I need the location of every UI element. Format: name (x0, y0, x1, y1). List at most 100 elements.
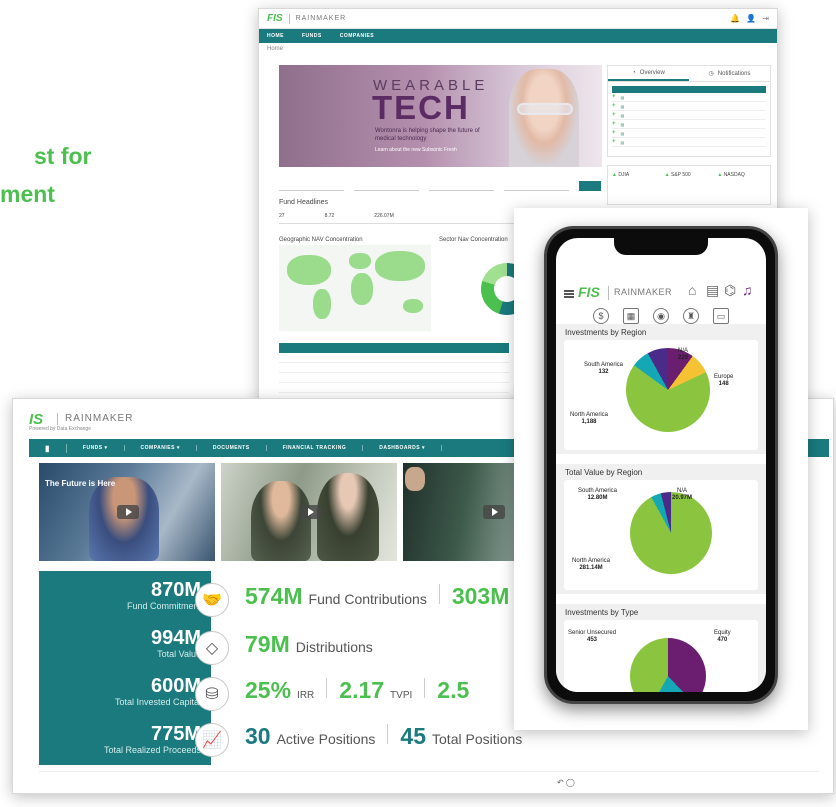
dollar-icon[interactable]: $ (593, 308, 609, 324)
nav-dashboards[interactable]: DASHBOARDS ▾ (363, 445, 442, 451)
plus-icon[interactable]: + (612, 94, 616, 100)
section-total-value-by-region: Total Value by Region South America 12.80… (556, 464, 766, 594)
top-icons: 🔔 👤 ⇥ (730, 14, 769, 23)
world-map[interactable] (279, 245, 431, 331)
panel-row[interactable]: + ▤ (612, 129, 766, 138)
metric-value: 79M (245, 631, 290, 657)
gold-bars-icon: ⛁ (195, 677, 229, 711)
location-pin-icon[interactable]: ◉ (653, 308, 669, 324)
panel-row[interactable]: + ▤ (612, 138, 766, 147)
tab-overview-label: Overview (639, 69, 665, 76)
bell-icon[interactable]: ♫ (742, 282, 753, 298)
banner-cta[interactable]: Learn about the new Subsonic Fresh (375, 147, 457, 153)
label-value: 148 (718, 381, 729, 387)
tab-overview[interactable]: ◔ Overview (608, 66, 689, 81)
overview-panel: ◔ Overview ◷ Notifications + ▤ + ▤ + ▤ + ▤ + ▤ … (607, 65, 771, 157)
panel-row[interactable]: + ▤ (612, 93, 766, 102)
metric-distributions: 79M Distributions (245, 631, 373, 658)
map-south-america (313, 289, 331, 319)
bell-icon[interactable]: 🔔 (730, 14, 740, 23)
label-value: 132 (598, 369, 609, 375)
refresh-icon[interactable]: ↶ ◯ (557, 778, 575, 787)
label-value: 281.14M (579, 565, 603, 571)
plus-icon[interactable]: + (612, 121, 616, 127)
panel-row[interactable]: + ▤ (612, 120, 766, 129)
nav-companies[interactable]: COMPANIES (340, 33, 374, 39)
user-icon[interactable]: 👤 (746, 14, 756, 23)
hero-banner[interactable]: WEARABLE TECH Wontonra is helping shape … (279, 65, 602, 167)
banner-subtitle: Wontonra is helping shape the future of … (375, 128, 480, 142)
nav-financial-tracking[interactable]: FINANCIAL TRACKING (267, 445, 364, 451)
table-row[interactable] (279, 383, 509, 393)
doc-icon: ▤ (620, 130, 625, 136)
breadcrumb[interactable]: Home (259, 43, 777, 55)
video-tile[interactable] (403, 463, 523, 561)
label-name: Europe (714, 374, 734, 380)
banner-title-2: TECH (372, 89, 470, 126)
tab-notifications[interactable]: ◷ Notifications (689, 66, 770, 81)
play-icon[interactable] (483, 505, 505, 519)
id-card-icon[interactable]: ▭ (713, 308, 729, 324)
home-icon[interactable]: ⌂ (688, 282, 696, 298)
trophy-icon[interactable]: ♜ (683, 308, 699, 324)
nav-doc-icon[interactable]: ▮ (29, 443, 67, 453)
label-value: 229 (678, 355, 689, 361)
stat-label: Total Realized Proceeds (103, 745, 201, 755)
label-name: South America (584, 362, 624, 368)
table-row[interactable] (279, 363, 509, 373)
video-tile[interactable]: The Future is Here (39, 463, 215, 561)
table-row[interactable] (279, 353, 509, 363)
ticker-djia: ▲ DJIA (612, 172, 661, 198)
plus-icon[interactable]: + (612, 130, 616, 136)
chart-card: Senior Unsecured 453 Equity 470 (564, 620, 758, 692)
filter-select[interactable] (429, 182, 494, 191)
panel-row[interactable]: + ▤ (612, 111, 766, 120)
nav-funds[interactable]: FUNDS ▾ (67, 445, 125, 451)
label-north-america: North America 281.14M (572, 558, 610, 572)
calendar-icon[interactable]: ▤ (706, 282, 719, 299)
plus-icon[interactable]: + (612, 103, 616, 109)
section-investments-by-region: Investments by Region South America 132 N… (556, 324, 766, 454)
map-icon[interactable]: ▦ (623, 308, 639, 324)
date-select[interactable] (504, 182, 569, 191)
label-name: N/A (677, 488, 688, 494)
total-label: Total Positions (432, 731, 523, 747)
divider (438, 584, 440, 604)
ticker-sp500: ▲ S&P 500 (665, 172, 714, 198)
logout-icon[interactable]: ⇥ (762, 14, 769, 23)
panel-row[interactable]: + ▤ (612, 102, 766, 111)
plus-icon[interactable]: + (612, 139, 616, 145)
hamburger-menu-icon[interactable] (564, 290, 574, 298)
pie-chart-region-value[interactable] (630, 492, 712, 574)
ticker-name: NASDAQ (723, 172, 745, 178)
play-icon[interactable] (117, 505, 139, 519)
smart-glasses-image (517, 103, 573, 115)
fis-logo[interactable]: FIS (578, 284, 600, 300)
bank-icon[interactable]: ⌬ (724, 282, 736, 299)
label-equity: Equity 470 (714, 630, 731, 644)
stat-value: 600M (150, 675, 201, 697)
filter-select[interactable] (354, 182, 419, 191)
pie-chart-type[interactable] (630, 638, 706, 692)
go-button[interactable] (579, 181, 601, 191)
section-title: Investments by Region (565, 328, 647, 337)
video-presenter-image (89, 477, 159, 561)
plus-icon[interactable]: + (612, 112, 616, 118)
label-europe: Europe 148 (714, 374, 733, 388)
filter-select[interactable] (279, 182, 344, 191)
tvpi-value: 2.17 (339, 677, 385, 703)
nav-funds[interactable]: FUNDS (302, 33, 322, 39)
video-tile[interactable] (221, 463, 397, 561)
tvpi-label: TVPI (390, 690, 413, 701)
nav-documents[interactable]: DOCUMENTS (197, 445, 267, 451)
stat-value: 775M (150, 723, 201, 745)
ticker-name: DJIA (618, 172, 630, 178)
pie-chart-region-count[interactable] (626, 348, 710, 432)
play-icon[interactable] (299, 505, 321, 519)
phone-mockup: FIS RAINMAKER ⌂ ▤ ⌬ ♫ $ ▦ ◉ ♜ ▭ Investme… (544, 226, 778, 704)
fis-logo[interactable]: FIS (267, 13, 283, 24)
stat-value: 994M (150, 627, 201, 649)
nav-companies[interactable]: COMPANIES ▾ (125, 445, 197, 451)
nav-home[interactable]: HOME (267, 33, 284, 39)
table-row[interactable] (279, 373, 509, 383)
